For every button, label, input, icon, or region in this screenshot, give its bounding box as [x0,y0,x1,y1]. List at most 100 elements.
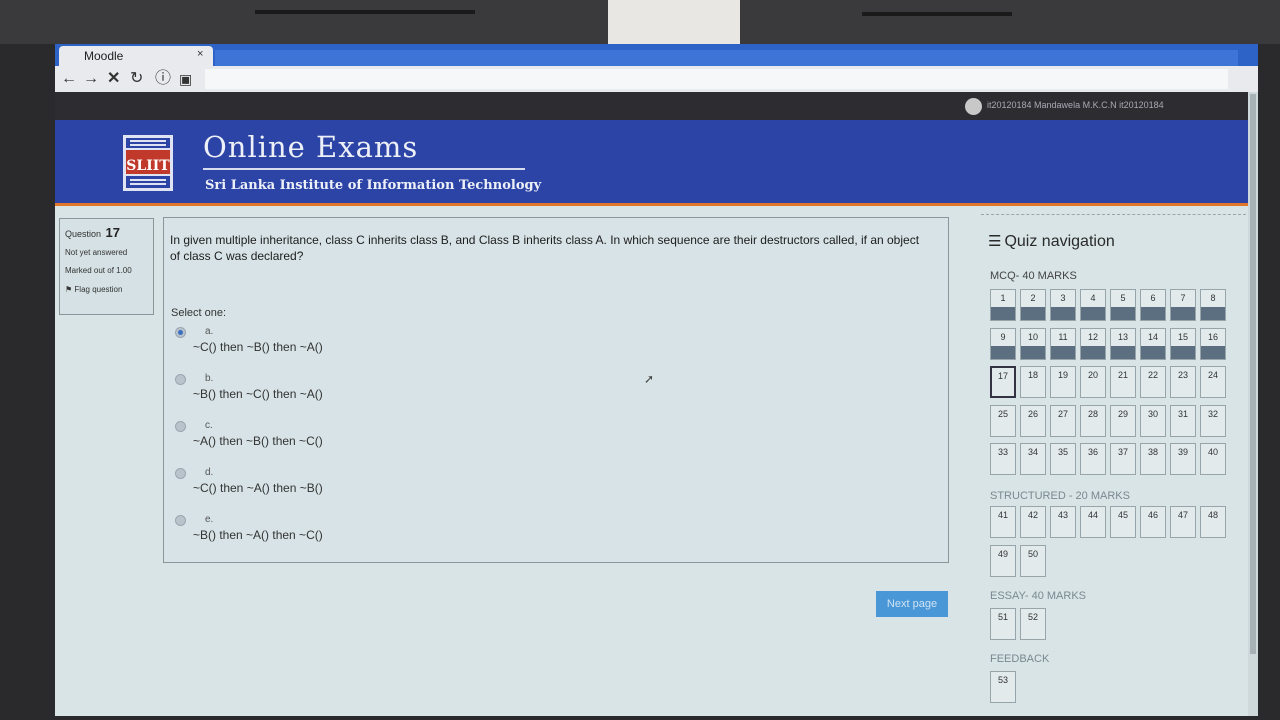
question-nav-button[interactable]: 14 [1140,327,1166,360]
question-nav-button[interactable]: 4 [1080,289,1106,321]
question-nav-button[interactable]: 34 [1020,443,1046,476]
answered-indicator [1171,307,1195,320]
question-nav-number: 23 [1177,370,1188,381]
question-text: In given multiple inheritance, class C i… [170,233,920,263]
forward-icon[interactable]: → [83,69,99,89]
next-page-button[interactable]: Next page [876,591,948,617]
radio-button[interactable] [175,421,186,432]
question-nav-button[interactable]: 1 [990,289,1016,321]
question-nav-button[interactable]: 42 [1020,506,1046,538]
site-title[interactable]: Online Exams [203,130,418,164]
answered-indicator [1021,307,1045,320]
stop-icon[interactable]: ✕ [107,69,120,89]
question-nav-number: 47 [1177,510,1188,520]
question-nav-button[interactable]: 27 [1050,404,1076,437]
question-nav-button[interactable]: 8 [1200,289,1226,321]
question-nav-button[interactable]: 12 [1080,327,1106,360]
question-nav-button[interactable]: 45 [1110,506,1136,538]
question-nav-button[interactable]: 48 [1200,506,1226,538]
question-nav-button[interactable]: 21 [1110,366,1136,399]
question-nav-button[interactable]: 50 [1020,544,1046,577]
user-name[interactable]: it20120184 Mandawela M.K.C.N it20120184 [987,100,1164,110]
answer-option-a[interactable]: a. ~C() then ~B() then ~A() [175,326,475,366]
question-nav-button[interactable]: 41 [990,506,1016,538]
question-nav-number: 14 [1147,331,1158,342]
question-nav-button[interactable]: 2 [1020,289,1046,321]
question-nav-button[interactable]: 31 [1170,404,1196,437]
scrollbar[interactable] [1248,92,1258,716]
question-nav-button[interactable]: 53 [990,671,1016,703]
quiz-navigation-title: ☰ Quiz navigation [988,232,1115,251]
question-nav-button[interactable]: 51 [990,608,1016,640]
question-nav-button[interactable]: 18 [1020,366,1046,399]
info-icon[interactable]: ⓘ [155,69,171,89]
question-nav-button[interactable]: 38 [1140,443,1166,476]
question-nav-button[interactable]: 25 [990,404,1016,437]
question-nav-button[interactable]: 28 [1080,404,1106,437]
question-nav-button[interactable]: 29 [1110,404,1136,437]
question-nav-number: 39 [1177,447,1188,458]
answered-indicator [1081,345,1105,359]
question-nav-button[interactable]: 33 [990,443,1016,476]
question-nav-button[interactable]: 35 [1050,443,1076,476]
page-icon[interactable]: ▣ [179,69,192,89]
select-one-label: Select one: [171,307,227,319]
question-state: Not yet answered [65,248,128,257]
question-nav-button[interactable]: 36 [1080,443,1106,476]
reload-icon[interactable]: ↻ [130,69,143,89]
radio-button[interactable] [175,374,186,385]
question-nav-button[interactable]: 26 [1020,404,1046,437]
tab-bar: Moodle × [55,44,1258,66]
question-nav-number: 35 [1057,447,1068,458]
question-nav-button[interactable]: 23 [1170,366,1196,399]
question-nav-button[interactable]: 24 [1200,366,1226,399]
question-nav-button[interactable]: 13 [1110,327,1136,360]
question-nav-button[interactable]: 10 [1020,327,1046,360]
option-letter: c. [205,420,213,431]
question-nav-button[interactable]: 22 [1140,366,1166,399]
question-nav-button[interactable]: 6 [1140,289,1166,321]
question-nav-button[interactable]: 19 [1050,366,1076,399]
answer-option-d[interactable]: d. ~C() then ~A() then ~B() [175,467,475,507]
question-nav-button[interactable]: 52 [1020,608,1046,640]
answer-option-c[interactable]: c. ~A() then ~B() then ~C() [175,420,475,460]
question-nav-button[interactable]: 44 [1080,506,1106,538]
question-nav-button[interactable]: 30 [1140,404,1166,437]
question-nav-button[interactable]: 49 [990,544,1016,577]
scrollbar-thumb[interactable] [1250,94,1256,654]
question-nav-button[interactable]: 43 [1050,506,1076,538]
question-nav-button[interactable]: 39 [1170,443,1196,476]
radio-button[interactable] [175,468,186,479]
avatar[interactable] [965,98,982,115]
option-letter: a. [205,326,214,337]
question-nav-button[interactable]: 7 [1170,289,1196,321]
question-nav-number: 48 [1207,510,1218,520]
question-nav-button[interactable]: 15 [1170,327,1196,360]
question-nav-button[interactable]: 9 [990,327,1016,360]
answered-indicator [1141,345,1165,359]
back-icon[interactable]: ← [61,69,77,89]
question-nav-button[interactable]: 20 [1080,366,1106,399]
site-banner: SLIIT Online Exams Sri Lanka Institute o… [55,120,1258,206]
question-nav-button[interactable]: 5 [1110,289,1136,321]
radio-button[interactable] [175,327,186,338]
tab-close-icon[interactable]: × [197,48,203,60]
answer-option-e[interactable]: e. ~B() then ~A() then ~C() [175,514,475,554]
question-nav-button[interactable]: 40 [1200,443,1226,476]
question-nav-button[interactable]: 32 [1200,404,1226,437]
question-nav-button[interactable]: 3 [1050,289,1076,321]
address-bar[interactable] [205,69,1228,89]
question-nav-button[interactable]: 47 [1170,506,1196,538]
question-nav-button[interactable]: 11 [1050,327,1076,360]
question-nav-button[interactable]: 17 [990,366,1016,399]
question-number: 17 [105,225,120,240]
bezel-slot [255,10,475,14]
menu-icon[interactable]: ☰ [988,233,1001,250]
flag-question-link[interactable]: ⚑ Flag question [65,285,148,294]
radio-button[interactable] [175,515,186,526]
answer-option-b[interactable]: b. ~B() then ~C() then ~A() [175,373,475,413]
question-nav-button[interactable]: 37 [1110,443,1136,476]
browser-tab[interactable]: Moodle × [59,46,213,66]
question-nav-button[interactable]: 46 [1140,506,1166,538]
question-nav-button[interactable]: 16 [1200,327,1226,360]
